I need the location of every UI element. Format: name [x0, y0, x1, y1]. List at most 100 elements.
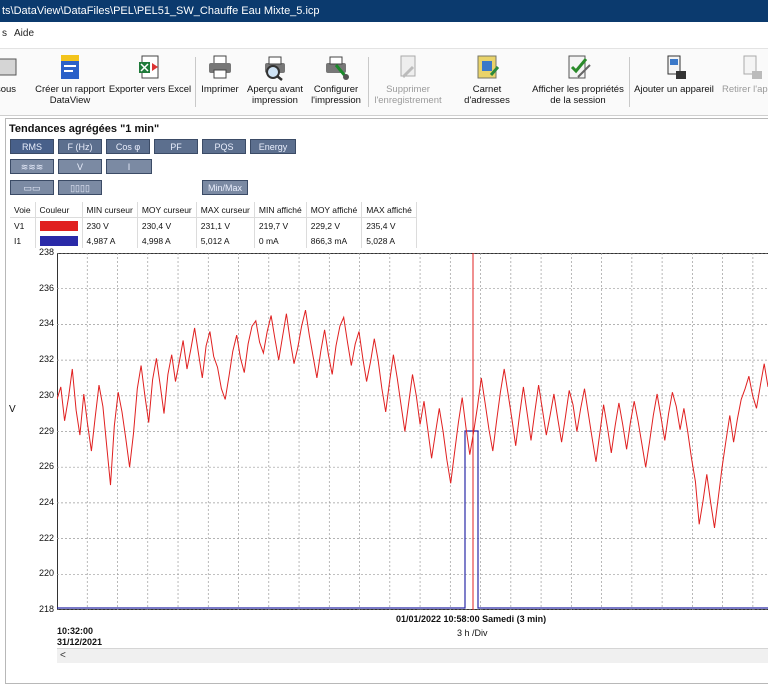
toolbar-button-label: Carnet d'adresses — [464, 84, 510, 106]
header-color: Couleur — [35, 202, 83, 218]
window-title: ts\DataView\DataFiles\PEL\PEL51_SW_Chauf… — [2, 5, 320, 17]
table-row[interactable]: I1 4,987 A 4,998 A 5,012 A 0 mA 866,3 mA… — [10, 233, 417, 248]
toolbar-button-label: Exporter vers Excel — [108, 84, 192, 95]
panel-title: Tendances agrégées "1 min" — [9, 123, 160, 135]
address-book-icon — [477, 55, 500, 79]
add-device-button[interactable]: Ajouter un appareil — [634, 53, 714, 95]
delete-record-icon — [400, 55, 416, 79]
waveform-selector[interactable]: ≋≋≋ — [10, 159, 54, 174]
remove-device-icon — [743, 55, 762, 79]
toolbar-button-label: Aperçu avant — [247, 84, 303, 95]
channels-icon: ▯▯▯▯ — [70, 183, 90, 193]
stat-value: 219,7 V — [254, 217, 307, 233]
header-avg-displayed: MOY affiché — [306, 202, 363, 218]
printer-icon — [209, 55, 231, 79]
header-min-displayed: MIN affiché — [254, 202, 307, 218]
cursor-stats-table: Voie Couleur MIN curseur MOY curseur MAX… — [10, 202, 417, 248]
color-swatch[interactable] — [39, 235, 78, 246]
stats-header-row: Voie Couleur MIN curseur MOY curseur MAX… — [10, 202, 417, 218]
trend-chart[interactable] — [57, 253, 768, 610]
stat-value: 231,1 V — [196, 217, 255, 233]
channel-name: I1 — [10, 233, 36, 248]
toolbar-button-label: Imprimer — [201, 84, 239, 95]
stat-value: 4,987 A — [82, 233, 138, 248]
report-icon — [61, 55, 79, 79]
y-tick-label: 220 — [38, 568, 54, 579]
toolbar-button-label: Créer un rapport — [35, 84, 105, 95]
stat-value: 5,012 A — [196, 233, 255, 248]
toolbar: sous Créer un rapport DataView Exporter … — [0, 48, 768, 116]
export-excel-button[interactable]: Exporter vers Excel — [108, 53, 192, 95]
display-mode-selector[interactable]: ▭▭ — [10, 180, 54, 195]
min-max-button[interactable]: Min/Max — [202, 180, 248, 195]
toolbar-button-label-2: de la session — [550, 95, 606, 106]
session-properties-button[interactable]: Afficher les propriétés de la session — [530, 53, 626, 106]
window-title-bar[interactable]: ts\DataView\DataFiles\PEL\PEL51_SW_Chauf… — [0, 0, 768, 22]
color-cell — [35, 233, 83, 248]
channel-selector[interactable]: ▯▯▯▯ — [58, 180, 102, 195]
header-avg-cursor: MOY curseur — [137, 202, 197, 218]
stat-value: 4,998 A — [137, 233, 197, 248]
color-cell — [35, 217, 83, 233]
toolbar-button-label: Afficher les propriétés — [532, 84, 624, 95]
color-swatch[interactable] — [39, 220, 78, 231]
menu-item-edit[interactable]: s — [2, 28, 7, 39]
y-tick-label: 222 — [38, 532, 54, 543]
stat-value: 230,4 V — [137, 217, 197, 233]
y-tick-label: 230 — [38, 389, 54, 400]
session-properties-icon — [568, 55, 591, 79]
series-line-i1 — [57, 430, 768, 609]
print-setup-button[interactable]: Configurer l'impression — [308, 53, 364, 106]
channel-name: V1 — [10, 217, 36, 233]
table-row[interactable]: V1 230 V 230,4 V 231,1 V 219,7 V 229,2 V… — [10, 217, 417, 233]
print-preview-button[interactable]: Aperçu avant impression — [246, 53, 304, 106]
print-button[interactable]: Imprimer — [199, 53, 241, 95]
y-tick-label: 229 — [38, 425, 54, 436]
cursor-timestamp: 01/01/2022 10:58:00 Samedi (3 min) — [396, 614, 547, 624]
tab-current[interactable]: I — [106, 159, 152, 174]
x-start-time: 10:32:00 — [57, 626, 94, 636]
toolbar-button-label-2: DataView — [49, 95, 91, 106]
delete-record-button[interactable]: Supprimer l'enregistrement — [372, 53, 444, 106]
series-line-v1 — [57, 309, 768, 528]
excel-export-icon — [139, 55, 159, 79]
y-axis-label: V — [9, 404, 16, 415]
toolbar-button-label: Ajouter un appareil — [634, 84, 714, 95]
address-book-button[interactable]: Carnet d'adresses — [450, 53, 524, 106]
toolbar-button-device[interactable]: sous — [0, 53, 22, 95]
stat-value: 5,028 A — [361, 233, 417, 248]
toolbar-button-label-2: impression — [252, 95, 298, 106]
y-tick-label: 224 — [38, 496, 54, 507]
y-tick-label: 232 — [38, 354, 54, 365]
print-setup-icon — [326, 56, 349, 80]
tab-cos-phi[interactable]: Cos φ — [106, 139, 150, 154]
toolbar-button-label: sous — [0, 84, 17, 95]
tab-rms[interactable]: RMS — [10, 139, 54, 154]
y-tick-label: 234 — [38, 318, 54, 329]
stat-value: 229,2 V — [306, 217, 363, 233]
toolbar-button-label: Configurer — [313, 84, 359, 95]
menu-item-help[interactable]: Aide — [14, 28, 34, 39]
device-icon — [0, 58, 17, 76]
toolbar-separator — [195, 57, 196, 107]
tab-voltage[interactable]: V — [58, 159, 102, 174]
scroll-left-icon[interactable]: < — [60, 649, 66, 663]
tab-frequency[interactable]: F (Hz) — [58, 139, 102, 154]
create-report-button[interactable]: Créer un rapport DataView — [34, 53, 106, 106]
y-tick-label: 218 — [38, 604, 54, 614]
x-start-date: 31/12/2021 — [57, 637, 103, 647]
header-min-cursor: MIN curseur — [82, 202, 138, 218]
y-tick-label: 226 — [38, 461, 54, 472]
toolbar-button-label-2: l'enregistrement — [374, 95, 442, 106]
remove-device-button[interactable]: Retirer l'ap — [722, 53, 768, 95]
add-device-icon — [667, 55, 686, 79]
print-preview-icon — [265, 56, 285, 81]
display-mode-icon: ▭▭ — [23, 183, 41, 193]
plot-area[interactable] — [57, 253, 768, 610]
stat-value: 0 mA — [254, 233, 307, 248]
toolbar-button-label-2: l'impression — [311, 95, 361, 106]
tab-pqs[interactable]: PQS — [202, 139, 246, 154]
tab-power-factor[interactable]: PF — [154, 139, 198, 154]
horizontal-scrollbar[interactable]: < — [57, 648, 768, 663]
tab-energy[interactable]: Energy — [250, 139, 296, 154]
